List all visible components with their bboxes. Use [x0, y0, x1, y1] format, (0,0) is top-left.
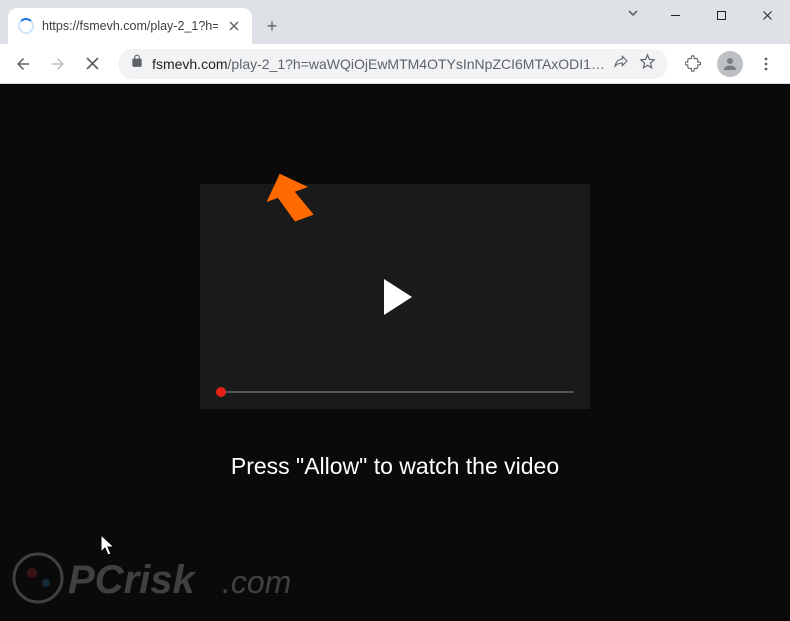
svg-text:PCrisk: PCrisk	[68, 558, 196, 602]
new-tab-button[interactable]: +	[258, 12, 286, 40]
tab-title: https://fsmevh.com/play-2_1?h=	[42, 19, 218, 33]
loading-spinner-icon	[18, 18, 34, 34]
window-controls	[652, 0, 790, 30]
fake-video-player[interactable]	[200, 184, 590, 409]
page-content: Press "Allow" to watch the video PCrisk …	[0, 84, 790, 621]
lock-icon	[130, 54, 144, 73]
browser-toolbar: fsmevh.com/play-2_1?h=waWQiOjEwMTM4OTYsI…	[0, 44, 790, 84]
profile-button[interactable]	[714, 48, 746, 80]
video-progress-bar[interactable]	[216, 391, 574, 393]
window-close-button[interactable]	[744, 0, 790, 30]
url-domain: fsmevh.com	[152, 56, 227, 72]
window-minimize-button[interactable]	[652, 0, 698, 30]
browser-tab[interactable]: https://fsmevh.com/play-2_1?h=	[8, 8, 252, 44]
share-icon[interactable]	[613, 53, 629, 74]
play-icon	[384, 279, 412, 315]
address-bar[interactable]: fsmevh.com/play-2_1?h=waWQiOjEwMTM4OTYsI…	[118, 49, 668, 79]
back-button[interactable]	[8, 48, 39, 80]
menu-button[interactable]	[750, 48, 782, 80]
progress-handle-icon	[216, 387, 226, 397]
window-maximize-button[interactable]	[698, 0, 744, 30]
mouse-cursor-icon	[100, 534, 118, 558]
tab-search-button[interactable]	[626, 6, 640, 25]
toolbar-right	[678, 48, 782, 80]
tab-close-button[interactable]	[226, 18, 242, 34]
svg-text:.com: .com	[222, 564, 291, 600]
bookmark-star-icon[interactable]	[639, 53, 656, 75]
url-text: fsmevh.com/play-2_1?h=waWQiOjEwMTM4OTYsI…	[152, 56, 605, 72]
forward-button[interactable]	[43, 48, 74, 80]
address-bar-actions	[613, 53, 656, 75]
watermark: PCrisk .com	[12, 543, 332, 613]
extensions-button[interactable]	[678, 48, 710, 80]
stop-reload-button[interactable]	[77, 48, 108, 80]
url-path: /play-2_1?h=waWQiOjEwMTM4OTYsInNpZCI6MTA…	[228, 56, 605, 72]
window-titlebar: https://fsmevh.com/play-2_1?h= +	[0, 0, 790, 44]
allow-prompt-text: Press "Allow" to watch the video	[231, 453, 559, 480]
avatar-icon	[717, 51, 743, 77]
